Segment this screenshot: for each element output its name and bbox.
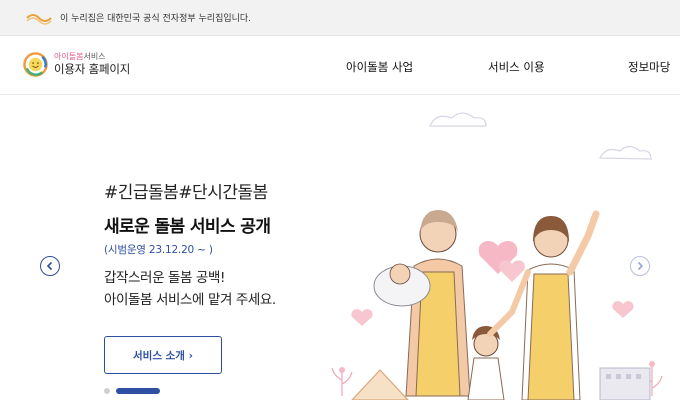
- slider-pagination: [104, 388, 160, 394]
- nav-item-service-use[interactable]: 서비스 이용: [488, 59, 545, 75]
- service-intro-button[interactable]: 서비스 소개 ›: [104, 336, 222, 374]
- hero-banner: #긴급돌봄#단시간돌봄 새로운 돌봄 서비스 공개 (시범운영 23.12.20…: [0, 96, 680, 400]
- eg-logo-icon: [26, 13, 52, 25]
- hero-pilot-period: (시범운영 23.12.20 ~ ): [104, 244, 213, 256]
- hero-description-line-2: 아이돌봄 서비스에 맡겨 주세요.: [104, 291, 276, 308]
- slider-dot-2[interactable]: [116, 388, 160, 394]
- gov-banner-text: 이 누리집은 대한민국 공식 전자정부 누리집입니다.: [60, 14, 252, 24]
- family-illustration: [331, 112, 663, 400]
- hero-headline: 새로운 돌봄 서비스 공개: [104, 217, 271, 237]
- slider-next-button[interactable]: [630, 256, 650, 276]
- hero-description-line-1: 갑작스러운 돌봄 공백!: [104, 270, 225, 286]
- slider-prev-button[interactable]: [40, 256, 60, 276]
- chevron-right-icon: [637, 261, 644, 271]
- nav-item-info[interactable]: 정보마당: [628, 59, 670, 75]
- hero-description: 갑작스러운 돌봄 공백! 아이돌봄 서비스에 맡겨 주세요.: [104, 268, 276, 311]
- hero-hashtags: #긴급돌봄#단시간돌봄: [104, 183, 268, 203]
- slider-dot-1[interactable]: [104, 388, 110, 394]
- nav-item-business[interactable]: 아이돌봄 사업: [346, 59, 413, 75]
- site-header: 아이돌봄서비스 이용자 홈페이지 아이돌봄 사업 서비스 이용 정보마당: [0, 37, 680, 95]
- gov-banner: 이 누리집은 대한민국 공식 전자정부 누리집입니다.: [0, 0, 680, 36]
- main-nav: 아이돌봄 사업 서비스 이용 정보마당: [0, 37, 680, 95]
- chevron-left-icon: [46, 261, 53, 271]
